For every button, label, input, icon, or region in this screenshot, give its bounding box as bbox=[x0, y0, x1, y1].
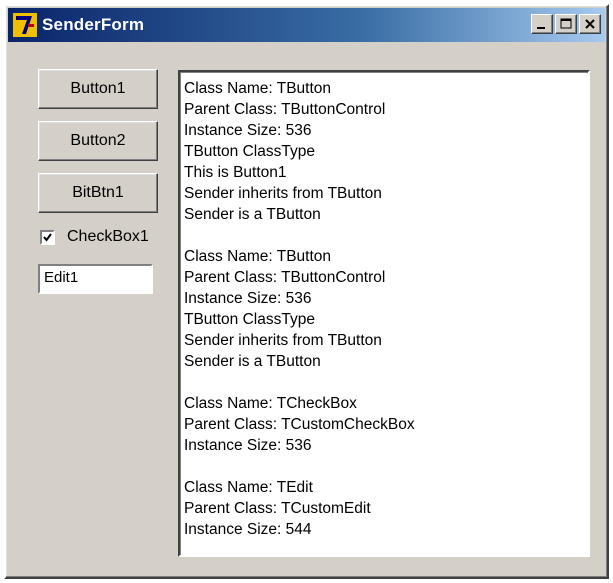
memo-line: Instance Size: 536 bbox=[184, 122, 312, 139]
button2[interactable]: Button2 bbox=[38, 121, 158, 161]
memo-line: TButton ClassType bbox=[184, 311, 315, 328]
checkbox1[interactable]: CheckBox1 bbox=[40, 228, 149, 246]
memo-line: Instance Size: 536 bbox=[184, 290, 312, 307]
minimize-icon bbox=[537, 27, 545, 29]
maximize-icon bbox=[560, 18, 572, 29]
memo-line: Class Name: TCheckBox bbox=[184, 395, 357, 412]
edit1-field[interactable]: Edit1 bbox=[38, 264, 153, 294]
maximize-button[interactable] bbox=[555, 14, 577, 34]
memo-line bbox=[184, 372, 584, 393]
checkmark-icon bbox=[43, 232, 52, 242]
memo-line: Instance Size: 536 bbox=[184, 437, 312, 454]
memo-line bbox=[184, 456, 584, 477]
close-button[interactable] bbox=[579, 14, 601, 34]
checkbox1-label: CheckBox1 bbox=[67, 228, 149, 245]
memo-line bbox=[184, 225, 584, 246]
memo-line: Class Name: TEdit bbox=[184, 479, 313, 496]
bitbtn1-label: BitBtn1 bbox=[72, 184, 124, 201]
close-icon bbox=[585, 19, 595, 29]
memo-line: Sender inherits from TButton bbox=[184, 332, 382, 349]
minimize-button[interactable] bbox=[531, 14, 553, 34]
button2-label: Button2 bbox=[70, 132, 126, 149]
window-title: SenderForm bbox=[42, 15, 145, 34]
memo-output[interactable]: Class Name: TButton Parent Class: TButton… bbox=[178, 70, 590, 557]
title-bar[interactable]: SenderForm bbox=[8, 8, 605, 42]
memo-line: This is Button1 bbox=[184, 164, 287, 181]
memo-line: Class Name: TButton bbox=[184, 248, 332, 265]
memo-line: TButton ClassType bbox=[184, 143, 315, 160]
memo-line: Parent Class: TCustomEdit bbox=[184, 500, 371, 517]
memo-line: Parent Class: TButtonControl bbox=[184, 269, 386, 286]
memo-line: Sender inherits from TButton bbox=[184, 185, 382, 202]
button1-label: Button1 bbox=[70, 80, 126, 97]
button1[interactable]: Button1 bbox=[38, 69, 158, 109]
memo-line: Sender is a TButton bbox=[184, 206, 321, 223]
delphi-app-icon bbox=[13, 13, 37, 37]
memo-line: Parent Class: TButtonControl bbox=[184, 101, 386, 118]
bitbtn1[interactable]: BitBtn1 bbox=[38, 173, 158, 213]
memo-line: Sender is a TButton bbox=[184, 353, 321, 370]
caption-buttons bbox=[529, 14, 601, 34]
memo-line: Instance Size: 544 bbox=[184, 521, 312, 538]
memo-line: Parent Class: TCustomCheckBox bbox=[184, 416, 415, 433]
memo-line: Class Name: TButton bbox=[184, 80, 332, 97]
checkbox1-box[interactable] bbox=[40, 229, 55, 245]
sender-form-window: SenderForm Button1 Button2 BitBtn1 Check… bbox=[4, 4, 609, 579]
